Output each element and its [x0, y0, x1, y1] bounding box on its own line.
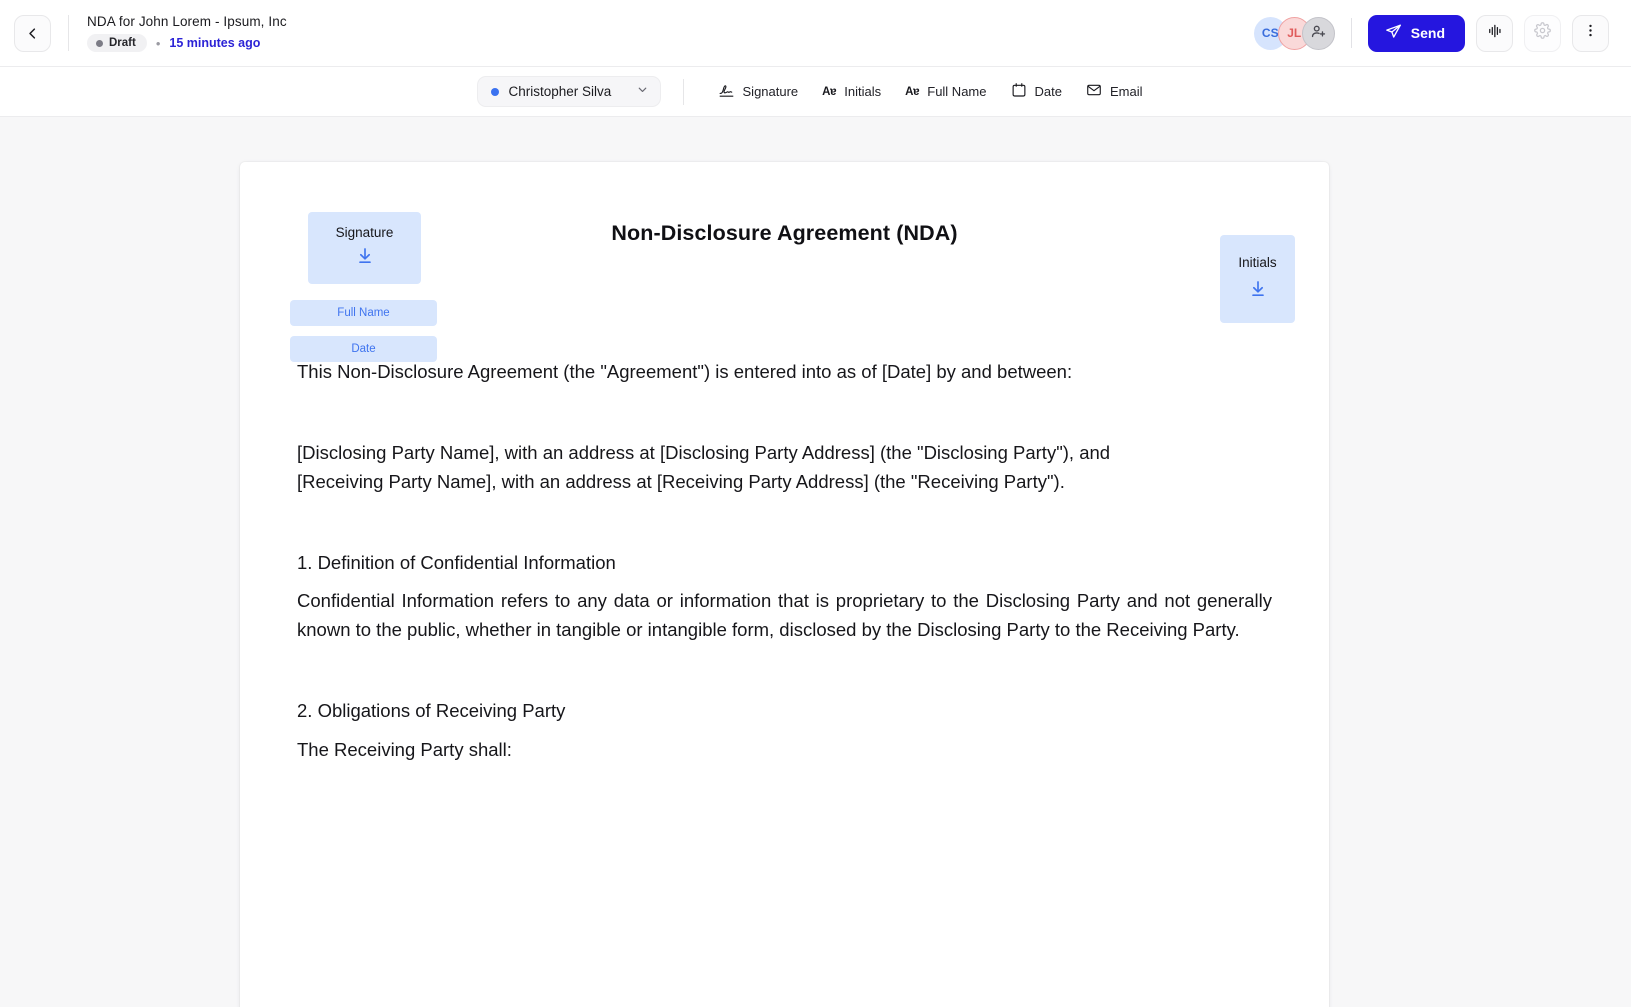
top-bar-actions: CS JL Send — [1253, 14, 1609, 52]
document-meta: NDA for John Lorem - Ipsum, Inc Draft • … — [87, 14, 287, 52]
text-aa-icon: Aɐ — [822, 85, 837, 98]
field-tool-initials[interactable]: Aɐ Initials — [810, 78, 893, 105]
recipient-color-dot-icon — [490, 87, 499, 96]
send-button[interactable]: Send — [1367, 14, 1465, 52]
paragraph-receiving-party: [Receiving Party Name], with an address … — [297, 470, 1065, 492]
placed-field-signature[interactable]: Signature — [308, 212, 421, 284]
meta-separator: • — [155, 35, 161, 51]
field-tool-full-name-label: Full Name — [927, 84, 987, 99]
chevron-left-icon — [25, 26, 40, 41]
add-recipient-button[interactable] — [1301, 16, 1335, 50]
toolbar-divider — [682, 78, 684, 105]
insert-down-arrow-icon — [355, 246, 375, 271]
placed-field-full-name-label: Full Name — [337, 307, 390, 319]
field-tool-initials-label: Initials — [844, 84, 882, 99]
page-title: NDA for John Lorem - Ipsum, Inc — [87, 14, 287, 29]
send-button-label: Send — [1410, 25, 1445, 41]
placed-field-initials-label: Initials — [1238, 254, 1277, 270]
envelope-icon — [1086, 82, 1102, 101]
field-tool-signature[interactable]: Signature — [706, 76, 811, 108]
field-tool-signature-label: Signature — [742, 84, 799, 99]
avatar-group: CS JL — [1253, 16, 1335, 50]
field-tool-date-label: Date — [1034, 84, 1062, 99]
header-divider — [68, 15, 69, 51]
section-2-heading: 2. Obligations of Receiving Party — [297, 700, 566, 722]
placed-field-full-name[interactable]: Full Name — [290, 300, 437, 326]
section-1-body: Confidential Information refers to any d… — [297, 590, 1272, 641]
avatar-cs-initials: CS — [1261, 26, 1279, 40]
placed-field-date[interactable]: Date — [290, 336, 437, 362]
last-modified-label: 15 minutes ago — [169, 36, 261, 50]
field-tool-list: Signature Aɐ Initials Aɐ Full Name Date — [706, 76, 1155, 108]
settings-button[interactable] — [1524, 14, 1561, 52]
back-button[interactable] — [14, 14, 51, 52]
signature-icon — [718, 82, 735, 102]
top-bar: NDA for John Lorem - Ipsum, Inc Draft • … — [0, 0, 1631, 67]
paragraph-disclosing-party: [Disclosing Party Name], with an address… — [297, 441, 1111, 463]
recipient-name-label: Christopher Silva — [508, 84, 612, 99]
calendar-icon — [1011, 82, 1027, 101]
status-badge: Draft — [87, 34, 147, 52]
text-aa-icon: Aɐ — [905, 85, 920, 98]
audio-waveform-icon — [1486, 22, 1504, 45]
placed-field-initials[interactable]: Initials — [1220, 235, 1295, 323]
field-tool-email[interactable]: Email — [1074, 76, 1155, 107]
placed-field-date-label: Date — [351, 343, 376, 355]
field-tool-date[interactable]: Date — [999, 76, 1074, 107]
status-badge-label: Draft — [109, 37, 136, 49]
insert-down-arrow-icon — [1248, 279, 1268, 304]
document-body: This Non-Disclosure Agreement (the "Agre… — [297, 358, 1272, 817]
chevron-down-icon — [636, 83, 649, 101]
audio-button[interactable] — [1476, 14, 1513, 52]
document-status-row: Draft • 15 minutes ago — [87, 34, 287, 52]
add-person-icon — [1310, 23, 1327, 43]
send-plane-icon — [1385, 23, 1402, 43]
section-1-heading: 1. Definition of Confidential Informatio… — [297, 551, 616, 573]
document-canvas[interactable]: Non-Disclosure Agreement (NDA) This Non-… — [0, 117, 1631, 1007]
more-vertical-icon — [1582, 22, 1599, 44]
field-tool-email-label: Email — [1109, 84, 1143, 99]
paragraph-intro: This Non-Disclosure Agreement (the "Agre… — [297, 361, 1073, 382]
more-options-button[interactable] — [1572, 14, 1609, 52]
placed-field-signature-label: Signature — [335, 225, 394, 240]
section-2-body: The Receiving Party shall: — [297, 739, 512, 761]
gear-icon — [1534, 22, 1551, 44]
field-tool-full-name[interactable]: Aɐ Full Name — [893, 78, 998, 105]
avatar-jl-initials: JL — [1287, 26, 1302, 40]
recipient-select[interactable]: Christopher Silva — [476, 76, 661, 107]
document-page: Non-Disclosure Agreement (NDA) This Non-… — [240, 162, 1329, 1007]
actions-divider — [1350, 18, 1352, 48]
field-toolbar: Christopher Silva Signature Aɐ Initials … — [0, 67, 1631, 117]
status-dot-icon — [96, 39, 103, 47]
